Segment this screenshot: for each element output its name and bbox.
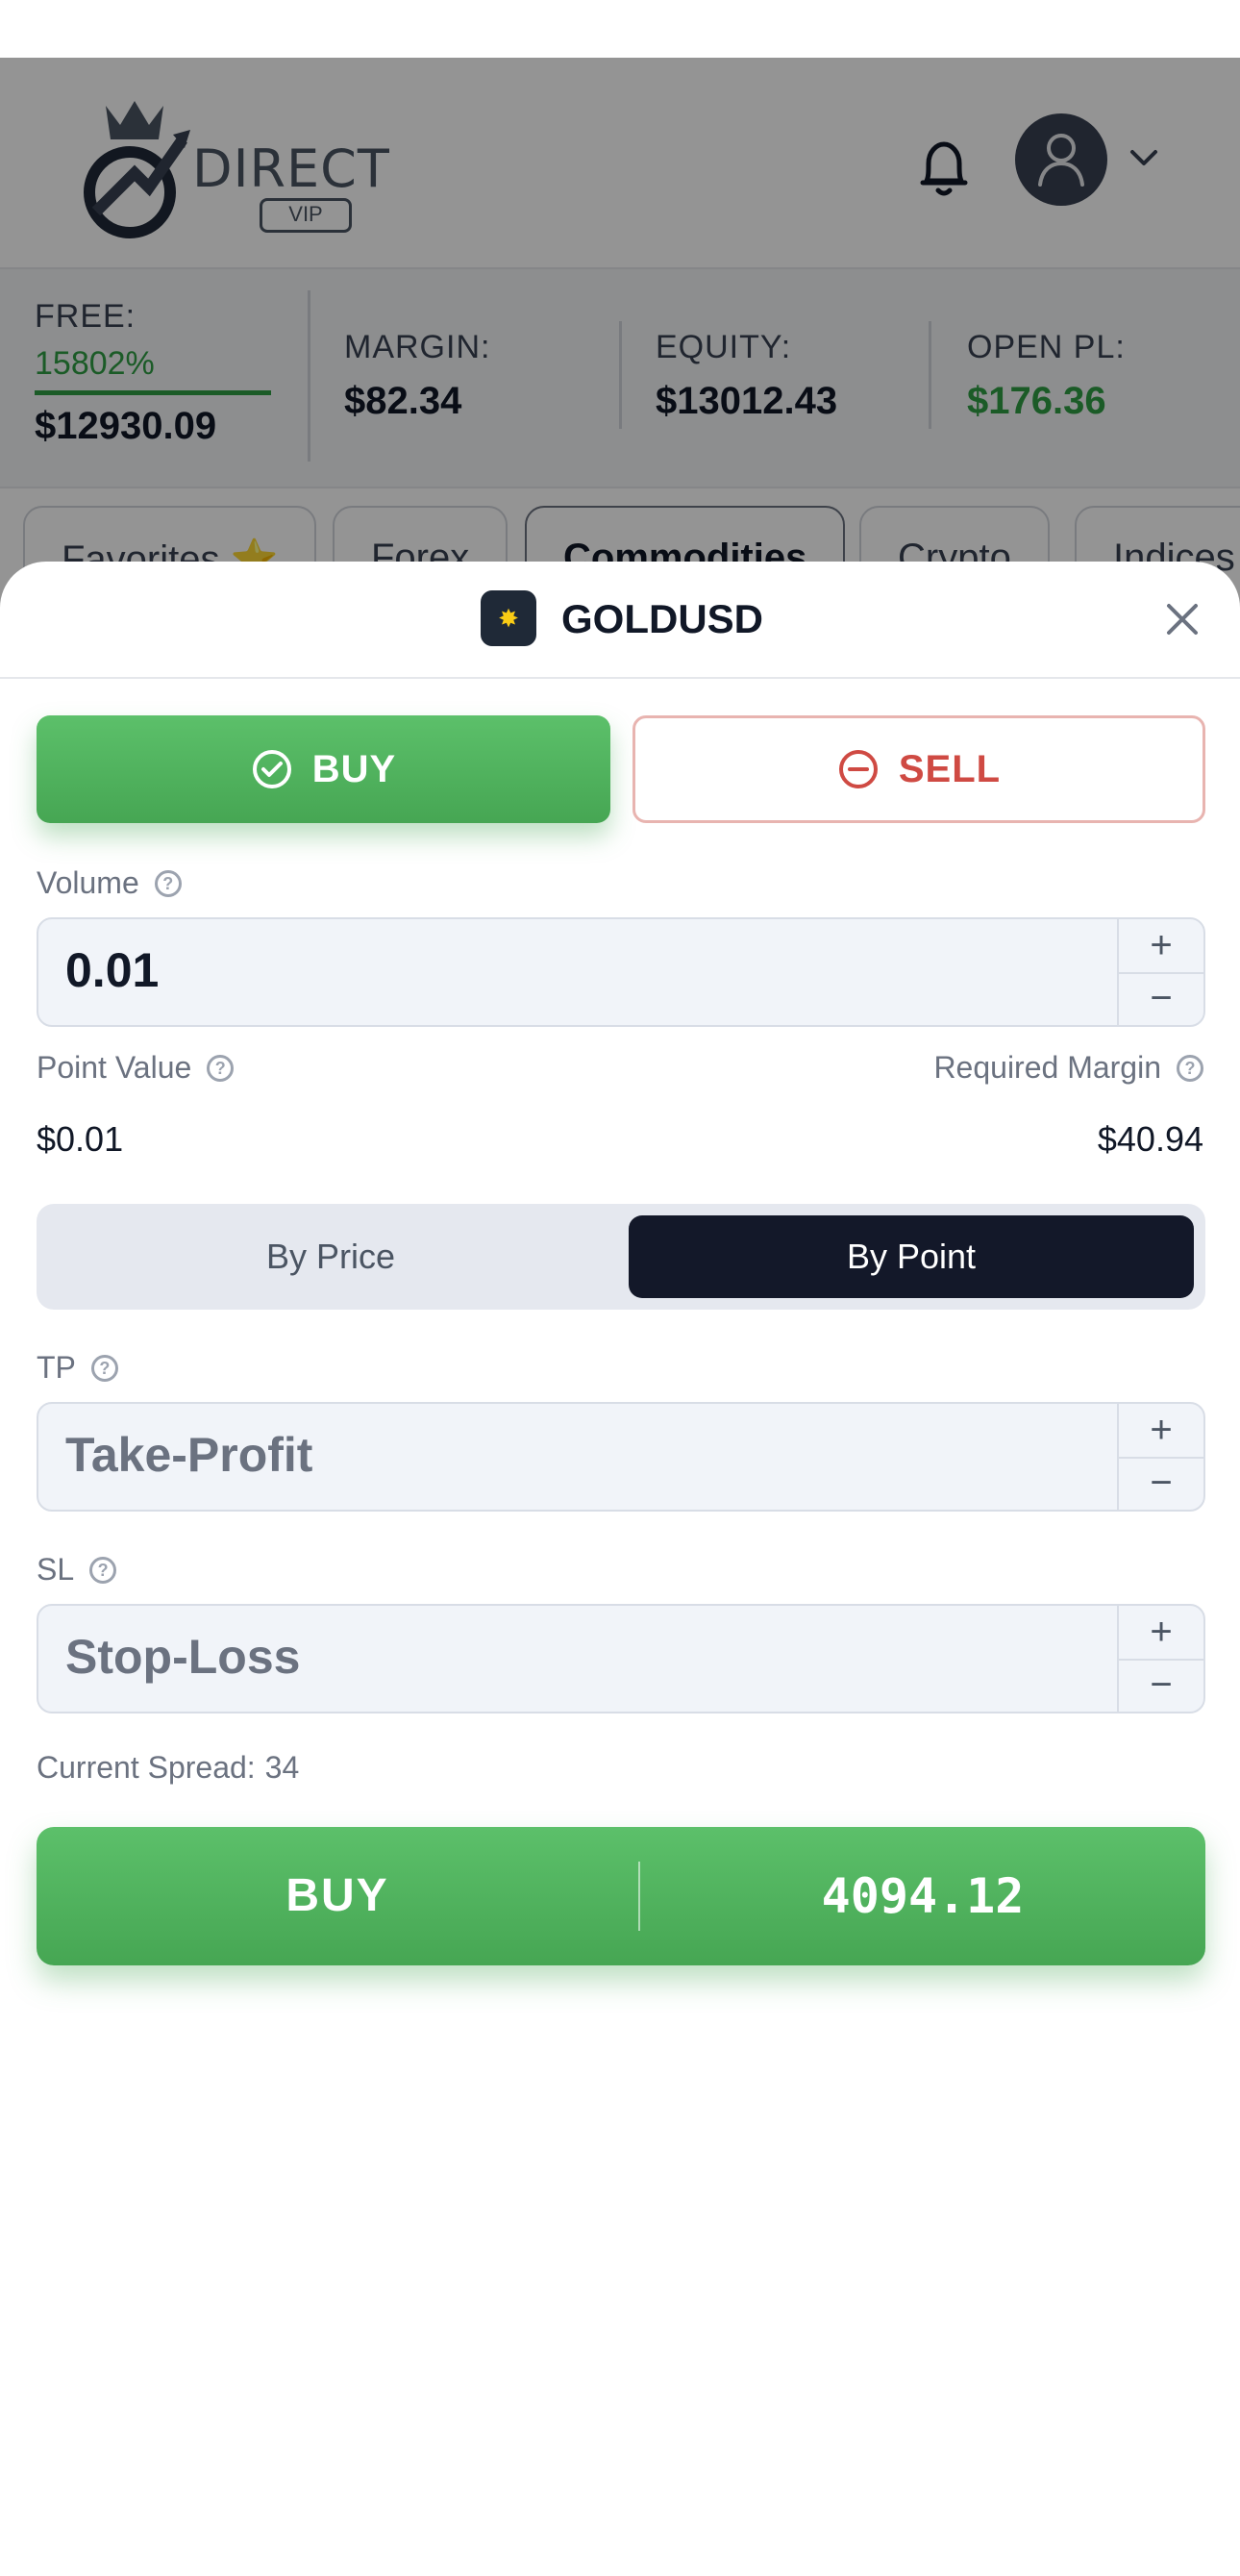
volume-label: Volume (37, 865, 139, 900)
question-circle-icon[interactable]: ? (90, 1354, 118, 1382)
check-circle-icon (252, 750, 291, 788)
tp-increase-button[interactable]: + (1119, 1404, 1203, 1459)
question-circle-icon[interactable]: ? (89, 1556, 117, 1584)
take-profit-input[interactable]: Take-Profit (65, 1427, 312, 1483)
volume-stepper[interactable]: 0.01 + − (37, 917, 1205, 1027)
tp-label: TP (37, 1350, 76, 1385)
question-circle-icon[interactable]: ? (207, 1054, 235, 1082)
gold-coin-icon: ✸ (481, 590, 536, 646)
volume-stepper-controls: + − (1117, 919, 1203, 1025)
sl-label-row: SL ? (37, 1552, 117, 1588)
order-sheet-header: ✸ GOLDUSD (0, 562, 1240, 679)
close-icon[interactable] (1159, 596, 1205, 642)
sell-toggle-button[interactable]: SELL (632, 715, 1205, 823)
required-margin-label: Required Margin (933, 1050, 1161, 1085)
stop-loss-stepper[interactable]: Stop-Loss + − (37, 1604, 1205, 1713)
point-value-label: Point Value (37, 1050, 192, 1085)
tp-decrease-button[interactable]: − (1119, 1457, 1203, 1510)
minus-circle-icon (838, 750, 878, 788)
volume-increase-button[interactable]: + (1119, 919, 1203, 974)
take-profit-stepper[interactable]: Take-Profit + − (37, 1402, 1205, 1512)
sl-label: SL (37, 1552, 75, 1587)
spread-label: Current Spread: (37, 1750, 256, 1785)
sl-decrease-button[interactable]: − (1119, 1659, 1203, 1712)
by-price-option[interactable]: By Price (48, 1215, 613, 1298)
volume-label-row: Volume ? (37, 865, 182, 901)
required-margin-label-row: Required Margin ? (933, 1050, 1203, 1086)
required-margin-value: $40.94 (1097, 1119, 1203, 1159)
stop-loss-input[interactable]: Stop-Loss (65, 1629, 300, 1685)
status-bar (0, 0, 1240, 58)
question-circle-icon[interactable]: ? (154, 869, 182, 897)
tp-label-row: TP ? (37, 1350, 118, 1386)
tp-sl-mode-segmented-control: By Price By Point (37, 1204, 1205, 1310)
tp-stepper-controls: + − (1117, 1404, 1203, 1510)
point-value-label-row: Point Value ? (37, 1050, 235, 1086)
submit-label: BUY (285, 1870, 389, 1921)
point-value: $0.01 (37, 1119, 124, 1159)
spread-value: 34 (264, 1750, 300, 1785)
by-point-option[interactable]: By Point (629, 1215, 1194, 1298)
current-spread: Current Spread: 34 (37, 1750, 299, 1786)
symbol-title: GOLDUSD (561, 596, 763, 641)
question-circle-icon[interactable]: ? (1177, 1054, 1203, 1082)
order-sheet: ✸ GOLDUSD BUY SELL Volume ? 0.01 + − Poi… (0, 562, 1240, 2576)
volume-input[interactable]: 0.01 (65, 942, 159, 998)
sl-stepper-controls: + − (1117, 1606, 1203, 1712)
sl-increase-button[interactable]: + (1119, 1606, 1203, 1661)
volume-decrease-button[interactable]: − (1119, 972, 1203, 1025)
sell-toggle-label: SELL (898, 747, 1002, 790)
buy-toggle-button[interactable]: BUY (37, 715, 610, 823)
submit-price: 4094.12 (821, 1868, 1025, 1924)
buy-toggle-label: BUY (311, 747, 397, 790)
submit-buy-button[interactable]: BUY 4094.12 (37, 1827, 1205, 1965)
